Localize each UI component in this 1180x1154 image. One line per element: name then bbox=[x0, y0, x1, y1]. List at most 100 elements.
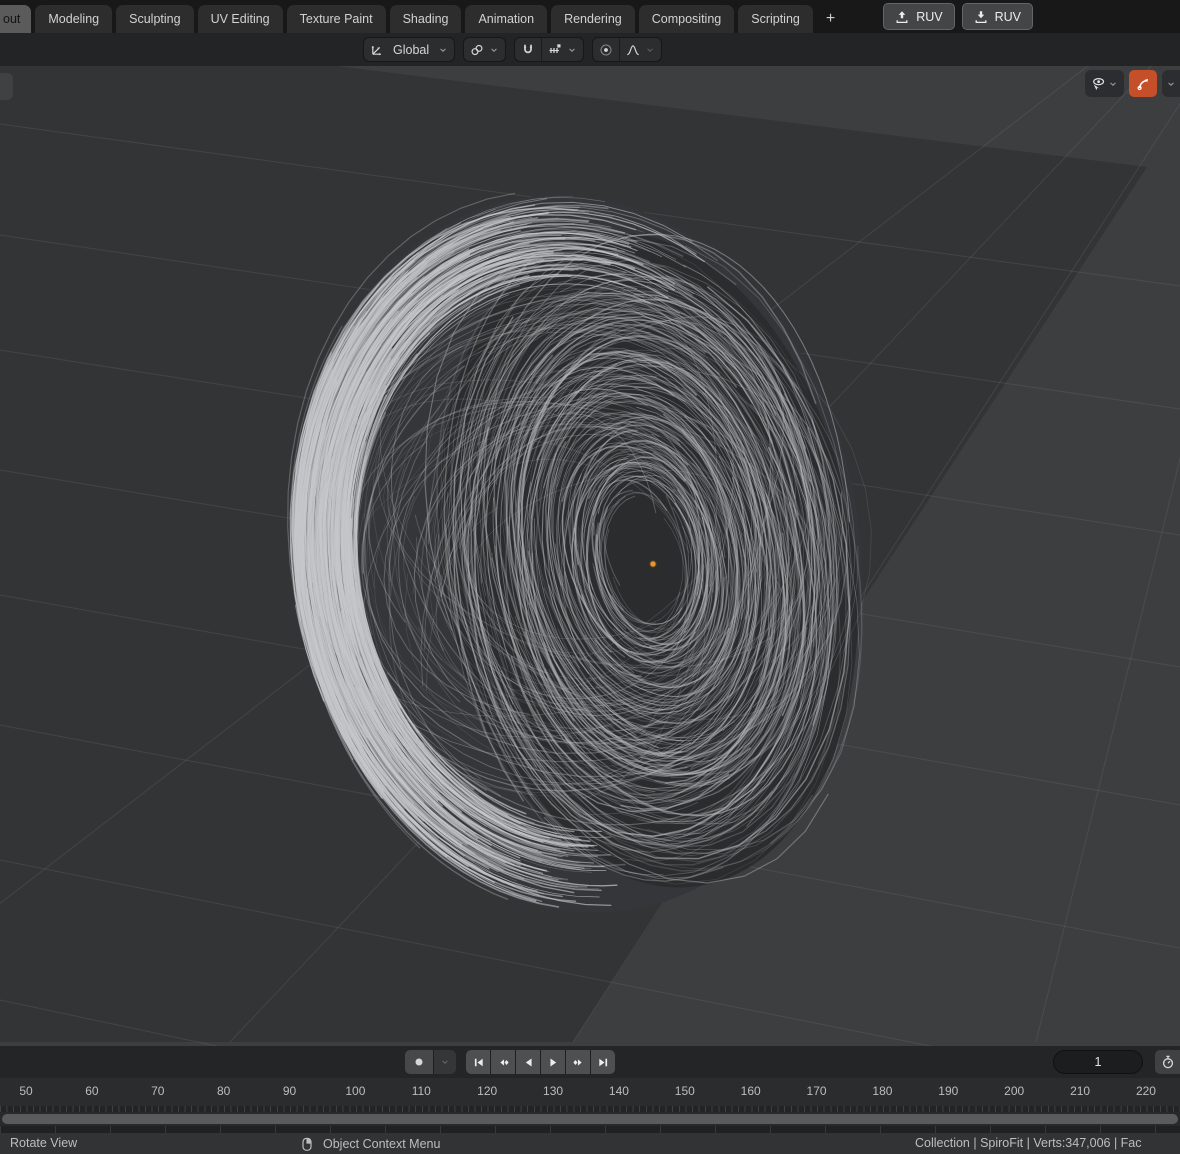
ruler-frame-label: 60 bbox=[85, 1084, 99, 1098]
jump-to-start-icon bbox=[472, 1056, 485, 1069]
workspace-tab-uv-editing[interactable]: UV Editing bbox=[197, 5, 283, 33]
topbar: out Modeling Sculpting UV Editing Texture P… bbox=[0, 0, 1180, 33]
action-label: RUV bbox=[916, 9, 943, 24]
workspace-tab-texture-paint[interactable]: Texture Paint bbox=[286, 5, 386, 33]
ruler-frame-label: 180 bbox=[872, 1084, 893, 1098]
playback-controls bbox=[405, 1050, 615, 1074]
jump-to-next-keyframe-button[interactable] bbox=[566, 1050, 590, 1074]
ruler-frame-label: 80 bbox=[216, 1084, 231, 1098]
proportional-editing-group bbox=[592, 37, 663, 62]
topbar-action-ruv-0[interactable]: RUV bbox=[883, 3, 955, 30]
gizmos-dropdown[interactable] bbox=[1162, 70, 1180, 97]
jump-to-next-keyframe-icon bbox=[572, 1056, 585, 1069]
chevron-down-icon bbox=[489, 45, 499, 55]
workspace-tab-rendering[interactable]: Rendering bbox=[551, 5, 635, 33]
snapping-group bbox=[514, 37, 585, 62]
playback-options-button[interactable] bbox=[1155, 1050, 1180, 1074]
topbar-actions: RUV RUV bbox=[883, 3, 1033, 30]
viewport-header-controls: Global bbox=[363, 37, 663, 62]
ruler-frame-label: 130 bbox=[543, 1084, 564, 1098]
blender-window: out Modeling Sculpting UV Editing Texture P… bbox=[0, 0, 1180, 1154]
auto-keying-toggle[interactable] bbox=[405, 1050, 433, 1074]
gizmo-icon bbox=[1136, 77, 1150, 91]
record-icon bbox=[412, 1055, 426, 1069]
ruler-frame-label: 160 bbox=[740, 1084, 761, 1098]
ruler-frame-label: 190 bbox=[938, 1084, 959, 1098]
workspace-tab-scripting[interactable]: Scripting bbox=[738, 5, 813, 33]
ruler-frame-label: 140 bbox=[608, 1084, 629, 1098]
download-icon bbox=[974, 10, 988, 24]
action-label: RUV bbox=[994, 9, 1021, 24]
play-forward-icon bbox=[547, 1056, 560, 1069]
magnet-icon bbox=[521, 43, 535, 57]
jump-to-start-button[interactable] bbox=[466, 1050, 490, 1074]
viewport-canvas[interactable] bbox=[0, 66, 1180, 1046]
timeline-bottom-strip bbox=[0, 1126, 1180, 1133]
chevron-down-icon bbox=[440, 1057, 450, 1067]
timeline-scrollbar bbox=[0, 1112, 1180, 1126]
workspace-tab-animation[interactable]: Animation bbox=[465, 5, 548, 33]
ruler-frame-label: 50 bbox=[19, 1084, 33, 1098]
viewport-overlay-buttons bbox=[1085, 70, 1180, 97]
chevron-down-icon bbox=[1166, 79, 1176, 89]
eye-pointer-icon bbox=[1091, 77, 1105, 91]
ruler-frame-label: 90 bbox=[282, 1084, 297, 1098]
chevron-down-icon bbox=[645, 45, 655, 55]
object-visibility-dropdown[interactable] bbox=[1085, 70, 1124, 97]
transform-orientation-dropdown[interactable]: Global bbox=[363, 37, 456, 62]
workspace-tab-sculpting[interactable]: Sculpting bbox=[116, 5, 194, 33]
stopwatch-icon bbox=[1161, 1055, 1175, 1069]
ruler-frame-label: 210 bbox=[1070, 1084, 1091, 1098]
add-workspace-button[interactable]: + bbox=[817, 5, 844, 33]
ruler-frame-label: 110 bbox=[411, 1084, 431, 1098]
mouse-right-click-icon bbox=[300, 1137, 314, 1151]
timeline-scrollbar-thumb[interactable] bbox=[2, 1114, 1178, 1124]
gizmos-toggle-button[interactable] bbox=[1129, 70, 1157, 97]
current-frame-field[interactable]: 1 bbox=[1053, 1050, 1143, 1074]
proportional-falloff-dropdown[interactable] bbox=[619, 38, 661, 61]
link-icon bbox=[470, 43, 484, 57]
ruler-frame-label: 70 bbox=[151, 1084, 165, 1098]
workspace-tab-modeling[interactable]: Modeling bbox=[35, 5, 113, 33]
timeline-header: 1 bbox=[0, 1046, 1180, 1078]
proportional-editing-toggle[interactable] bbox=[593, 38, 619, 61]
jump-to-prev-keyframe-button[interactable] bbox=[491, 1050, 515, 1074]
ruler-frame-label: 120 bbox=[477, 1084, 498, 1098]
falloff-curve-icon bbox=[626, 43, 640, 57]
ruler-frame-label: 200 bbox=[1004, 1084, 1025, 1098]
snap-increment-icon bbox=[548, 43, 562, 57]
status-context-label: Object Context Menu bbox=[323, 1136, 441, 1151]
chevron-down-icon bbox=[1108, 79, 1118, 89]
workspace-tab-layout-partial[interactable]: out bbox=[0, 5, 32, 33]
jump-to-end-icon bbox=[597, 1056, 610, 1069]
proportional-dot-icon bbox=[599, 43, 613, 57]
timeline-ruler[interactable]: 50 60 70 80 90 100 110 120 130 140 150 160 170 180 190… bbox=[0, 1078, 1180, 1106]
viewport-3d[interactable] bbox=[0, 66, 1180, 1046]
play-forward-button[interactable] bbox=[541, 1050, 565, 1074]
object-origin-dot bbox=[649, 560, 657, 568]
toolbar-collapsed-handle[interactable] bbox=[0, 73, 13, 100]
jump-to-end-button[interactable] bbox=[591, 1050, 615, 1074]
ruler-frame-label: 100 bbox=[345, 1084, 366, 1098]
viewport-header: Global bbox=[0, 33, 1180, 66]
ruler-frame-label: 220 bbox=[1135, 1084, 1156, 1098]
workspace-tab-shading[interactable]: Shading bbox=[389, 5, 462, 33]
auto-keying-group bbox=[405, 1050, 456, 1074]
topbar-action-ruv-1[interactable]: RUV bbox=[961, 3, 1033, 30]
upload-icon bbox=[895, 10, 909, 24]
ruler-frame-label: 170 bbox=[806, 1084, 827, 1098]
transport-buttons bbox=[466, 1050, 615, 1074]
axes-icon bbox=[370, 43, 384, 57]
chevron-down-icon bbox=[438, 45, 448, 55]
transform-pivot-dropdown[interactable] bbox=[463, 37, 507, 62]
status-context-menu-hint: Object Context Menu bbox=[300, 1134, 440, 1153]
play-reverse-button[interactable] bbox=[516, 1050, 540, 1074]
workspace-tab-compositing[interactable]: Compositing bbox=[638, 5, 735, 33]
chevron-down-icon bbox=[567, 45, 577, 55]
auto-keying-options-dropdown[interactable] bbox=[434, 1050, 456, 1074]
snap-toggle-button[interactable] bbox=[515, 38, 541, 61]
status-keymap-left: Rotate View bbox=[10, 1136, 78, 1150]
jump-to-prev-keyframe-icon bbox=[497, 1056, 510, 1069]
snap-target-dropdown[interactable] bbox=[541, 38, 583, 61]
ruler-frame-label: 150 bbox=[674, 1084, 695, 1098]
